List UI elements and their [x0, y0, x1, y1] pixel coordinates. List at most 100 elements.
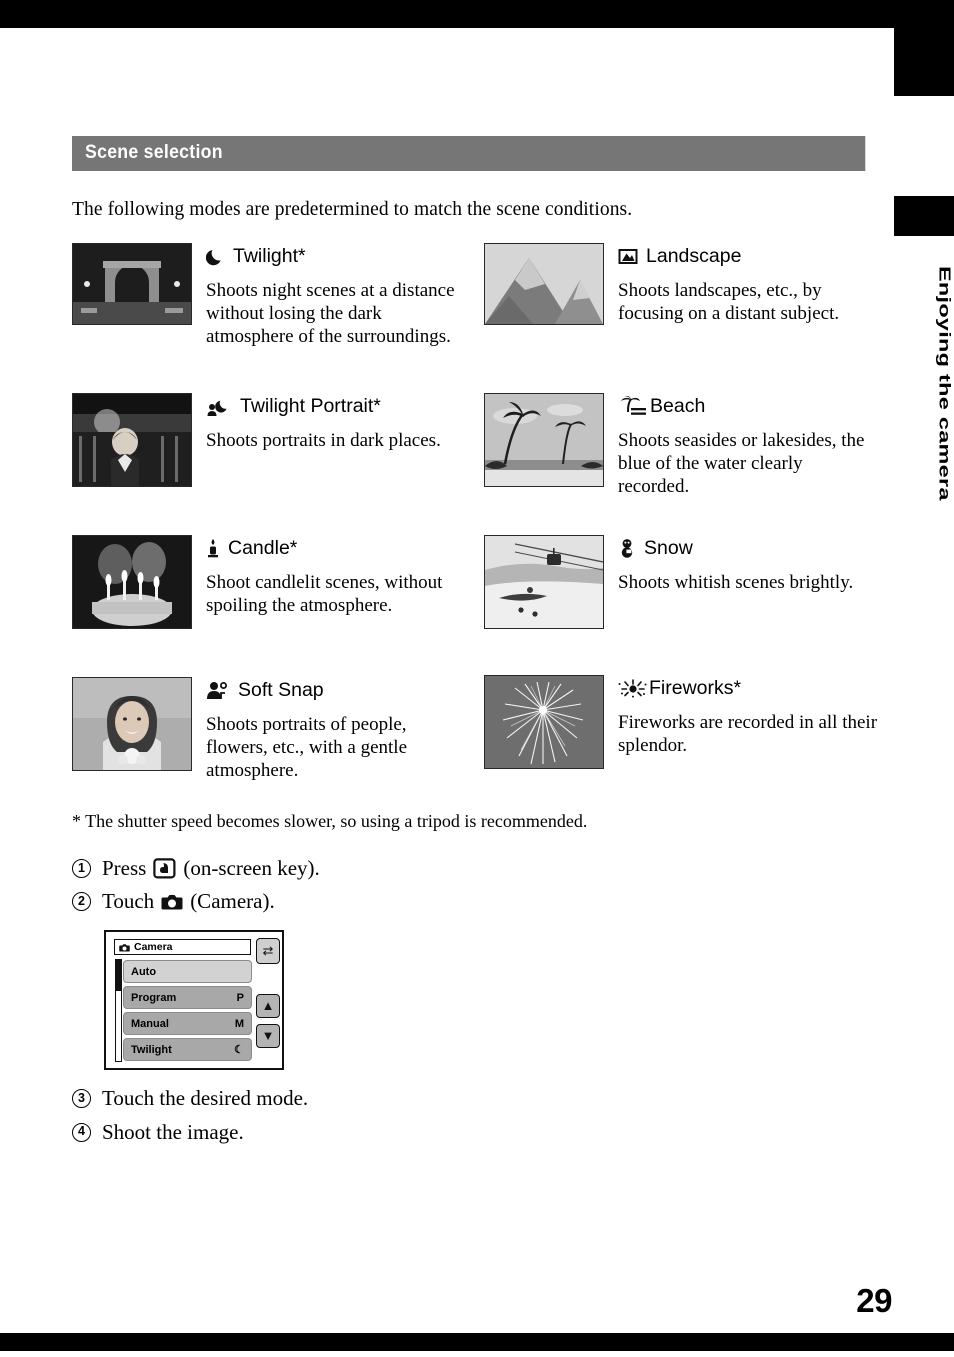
camera-icon [161, 893, 183, 910]
step-1: 1 Press (on-screen key). [72, 856, 866, 881]
scene-title: Twilight* [233, 244, 306, 267]
candle-flame-icon [206, 538, 220, 558]
page-content: Scene selection The following modes are … [72, 136, 877, 1153]
page-number: 29 [856, 1282, 892, 1319]
scene-title: Fireworks* [649, 676, 742, 699]
step-number: 1 [72, 859, 91, 879]
scene-thumbnail [484, 393, 604, 487]
scene-text: Candle* Shoot candlelit scenes, without … [206, 535, 466, 618]
scene-title: Snow [644, 536, 693, 559]
scene-thumbnail [484, 675, 604, 769]
fireworks-night-photo [485, 676, 603, 768]
side-tab-block-lower [894, 196, 954, 236]
scene-thumbnail [72, 677, 192, 771]
scene-thumbnail [72, 535, 192, 629]
ski-slope-gondola-photo [485, 536, 603, 628]
scene-title: Beach [650, 394, 706, 417]
step-3: 3 Touch the desired mode. [72, 1086, 866, 1111]
snowman-icon [618, 538, 636, 558]
camera-menu-scroll-down-button[interactable]: ▼ [256, 1024, 280, 1049]
scene-title-row: Candle* [206, 535, 466, 561]
chevron-up-icon: ▲ [261, 998, 275, 1014]
step-text-before: Shoot the image. [102, 1119, 244, 1144]
step-number: 3 [72, 1089, 91, 1109]
scene-title: Candle* [228, 536, 298, 559]
scene-item-twilight: Twilight* Shoots night scenes at a dista… [72, 243, 466, 349]
chevron-down-icon: ▼ [261, 1028, 275, 1044]
scene-description: Shoots portraits of people, flowers, etc… [206, 714, 408, 781]
menu-item-label: Twilight [131, 1043, 172, 1056]
scene-item-twilight-portrait: Twilight Portrait* Shoots portraits in d… [72, 393, 466, 487]
camera-menu-scroll-up-button[interactable]: ▲ [256, 994, 280, 1019]
step-text-after: (on-screen key). [183, 856, 320, 880]
step-number: 4 [72, 1122, 91, 1142]
scene-title-row: Landscape [618, 243, 878, 269]
scene-row: Twilight Portrait* Shoots portraits in d… [72, 393, 866, 535]
camera-menu-scrollbar[interactable] [115, 959, 122, 1063]
step-text-after: (Camera). [190, 889, 275, 914]
scene-row: Soft Snap Shoots portraits of people, fl… [72, 675, 877, 805]
camera-menu-item-program[interactable]: Program P [123, 986, 252, 1010]
section-header: Scene selection [72, 136, 866, 171]
scene-thumbnail [484, 243, 604, 325]
fireworks-burst-icon [618, 678, 648, 698]
scene-title-row: Twilight* [206, 243, 466, 269]
scene-description: Fireworks are recorded in all their sple… [618, 712, 878, 756]
side-tab-label: Enjoying the camera [884, 236, 954, 501]
scene-title: Soft Snap [238, 678, 324, 701]
scene-grid: Twilight* Shoots night scenes at a dista… [72, 243, 877, 805]
scene-text: Twilight* Shoots night scenes at a dista… [206, 243, 466, 349]
step-text-before: Touch the desired mode. [102, 1086, 309, 1111]
camera-menu-item-auto[interactable]: Auto [123, 960, 252, 984]
step-4: 4 Shoot the image. [72, 1120, 866, 1145]
scene-text: Beach Shoots seasides or lakesides, the … [618, 393, 878, 499]
camera-menu-item-manual[interactable]: Manual M [123, 1012, 252, 1036]
snowy-mountain-photo [485, 244, 603, 324]
scene-description: Shoots landscapes, etc., by focusing on … [618, 280, 840, 324]
page-top-black-bar [0, 0, 954, 28]
scene-title-row: Twilight Portrait* [206, 393, 466, 419]
smiling-woman-with-flowers-photo [73, 678, 191, 770]
scene-item-fireworks: Fireworks* Fireworks are recorded in all… [484, 675, 878, 769]
scene-row: Twilight* Shoots night scenes at a dista… [72, 243, 866, 393]
page-bottom-black-bar [0, 1333, 954, 1351]
scene-item-beach: Beach Shoots seasides or lakesides, the … [484, 393, 878, 499]
scene-title-row: Snow [618, 535, 878, 561]
on-screen-key-icon [153, 858, 176, 879]
night-arch-monument-photo [73, 244, 191, 324]
camera-menu-item-twilight[interactable]: Twilight ☾ [123, 1038, 252, 1062]
step-text-before: Press [102, 856, 147, 880]
person-portrait-icon [206, 680, 230, 700]
menu-item-value: M [234, 1017, 244, 1030]
scrollbar-thumb[interactable] [116, 960, 121, 991]
scene-description: Shoots seasides or lakesides, the blue o… [618, 430, 865, 497]
menu-item-label: Manual [131, 1017, 169, 1030]
step-text-before: Touch [102, 889, 155, 914]
person-with-moon-icon [206, 397, 232, 416]
step-number: 2 [72, 892, 91, 912]
camera-menu-title: Camera [134, 941, 173, 954]
camera-menu-screen[interactable]: Camera Auto Program P Manual M Twilight … [104, 930, 284, 1071]
steps-list: 1 Press (on-screen key). 2 Touch (Camera… [72, 856, 866, 1145]
camera-icon [119, 943, 130, 952]
camera-menu-back-button[interactable]: ⇄ [256, 938, 280, 965]
side-tab-label-text: Enjoying the camera [935, 265, 954, 501]
scene-text: Snow Shoots whitish scenes brightly. [618, 535, 878, 595]
mountain-landscape-icon [618, 247, 638, 266]
menu-item-label: Program [131, 991, 177, 1004]
scene-title: Twilight Portrait* [240, 394, 381, 417]
side-tab-block-upper [894, 28, 954, 96]
section-intro: The following modes are predetermined to… [72, 199, 633, 220]
scene-text: Soft Snap Shoots portraits of people, fl… [206, 677, 466, 783]
scene-title-row: Fireworks* [618, 675, 878, 701]
back-arrow-icon: ⇄ [262, 943, 274, 959]
scene-description: Shoot candlelit scenes, without spoiling… [206, 572, 443, 616]
scene-text: Landscape Shoots landscapes, etc., by fo… [618, 243, 878, 326]
scene-item-soft-snap: Soft Snap Shoots portraits of people, fl… [72, 677, 466, 783]
scene-text: Twilight Portrait* Shoots portraits in d… [206, 393, 466, 453]
palm-beach-photo [485, 394, 603, 486]
scene-thumbnail [484, 535, 604, 629]
menu-item-value: P [236, 991, 244, 1004]
scene-item-snow: Snow Shoots whitish scenes brightly. [484, 535, 878, 629]
scene-item-candle: Candle* Shoot candlelit scenes, without … [72, 535, 466, 629]
